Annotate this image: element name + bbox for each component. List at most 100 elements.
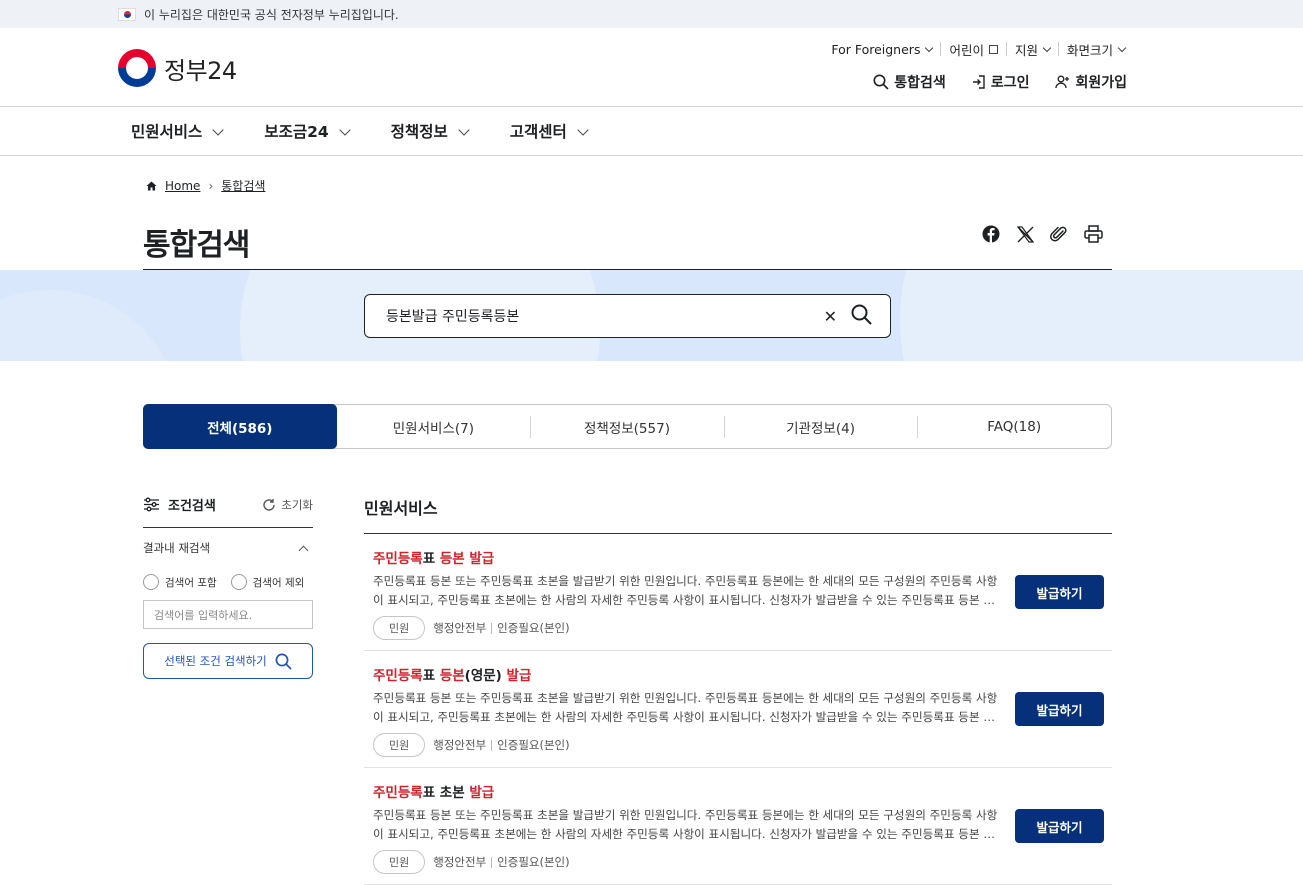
chevron-down-icon bbox=[1042, 43, 1052, 52]
title-text: 표 초본 bbox=[422, 785, 470, 801]
logo-text: 정부24 bbox=[164, 56, 237, 85]
external-link-icon bbox=[988, 44, 998, 54]
chevron-down-icon bbox=[458, 123, 470, 136]
filter-title-label: 조건검색 bbox=[168, 499, 216, 514]
chevron-up-icon bbox=[298, 545, 309, 555]
facebook-icon[interactable] bbox=[981, 224, 1001, 244]
for-foreigners-menu[interactable]: For Foreigners bbox=[823, 41, 942, 57]
apply-conditions-button[interactable]: 선택된 조건 검색하기 bbox=[143, 643, 313, 679]
title-text: 표 bbox=[422, 668, 440, 684]
search-input[interactable] bbox=[386, 308, 824, 324]
global-nav: 민원서비스 보조금24 정책정보 고객센터 bbox=[0, 107, 1303, 156]
korea-flag-icon bbox=[118, 7, 136, 21]
result-list: 주민등록표 등본 발급 주민등록표 등본 또는 주민등록표 초본을 발급받기 위한… bbox=[364, 534, 1112, 885]
screen-size-menu[interactable]: 화면크기 bbox=[1059, 42, 1133, 58]
link-copy-icon[interactable] bbox=[1049, 224, 1069, 244]
signup-button[interactable]: 회원가입 bbox=[1055, 72, 1127, 92]
highlighted-keyword: 주민등록 bbox=[373, 551, 423, 567]
signup-label: 회원가입 bbox=[1075, 75, 1127, 91]
breadcrumb-home[interactable]: Home bbox=[165, 179, 200, 193]
agency-name: 행정안전부 bbox=[433, 855, 487, 869]
breadcrumb-current[interactable]: 통합검색 bbox=[221, 177, 265, 194]
result-description: 주민등록표 등본 또는 주민등록표 초본을 발급받기 위한 민원입니다. 주민등… bbox=[373, 691, 998, 724]
kids-label: 어린이 bbox=[949, 42, 984, 58]
tab-agency-info[interactable]: 기관정보(4) bbox=[723, 405, 918, 448]
user-plus-icon bbox=[1055, 75, 1070, 89]
decorative-circle bbox=[0, 290, 180, 361]
refine-search-toggle[interactable]: 결과내 재검색 bbox=[143, 540, 313, 556]
include-keyword-label: 검색어 포함 bbox=[165, 576, 217, 589]
login-label: 로그인 bbox=[990, 75, 1030, 91]
search-icon[interactable] bbox=[851, 304, 872, 329]
result-meta: 민원 행정안전부 인증필요(본인) bbox=[373, 850, 1112, 874]
highlighted-keyword: 발급 bbox=[469, 785, 495, 801]
title-text: (영문) bbox=[464, 668, 507, 684]
highlighted-keyword: 주민등록 bbox=[373, 785, 423, 801]
result-description: 주민등록표 등본 또는 주민등록표 초본을 발급받기 위한 민원입니다. 주민등… bbox=[373, 574, 998, 607]
keyword-mode-group: 검색어 포함 검색어 제외 bbox=[143, 574, 313, 590]
login-icon bbox=[972, 75, 985, 89]
x-twitter-icon[interactable] bbox=[1015, 224, 1035, 244]
tab-all[interactable]: 전체(586) bbox=[143, 404, 337, 449]
chevron-down-icon bbox=[1117, 43, 1127, 52]
title-text: 표 bbox=[422, 551, 440, 567]
utility-menu: For Foreigners 어린이 지원 화면크기 bbox=[823, 41, 1133, 58]
exclude-keyword-radio[interactable]: 검색어 제외 bbox=[230, 574, 305, 590]
login-button[interactable]: 로그인 bbox=[972, 72, 1030, 92]
tab-policy-info[interactable]: 정책정보(557) bbox=[530, 405, 724, 448]
site-header: 정부24 For Foreigners 어린이 지원 화면크기 통합검색 로그인 bbox=[0, 28, 1303, 107]
gnb-item-policy-info[interactable]: 정책정보 bbox=[390, 120, 470, 142]
screen-size-label: 화면크기 bbox=[1066, 42, 1113, 58]
include-keyword-radio[interactable]: 검색어 포함 bbox=[143, 574, 217, 590]
highlighted-keyword: 주민등록 bbox=[373, 668, 423, 684]
gnb-label: 고객센터 bbox=[509, 123, 567, 141]
gnb-item-subsidy24[interactable]: 보조금24 bbox=[264, 120, 351, 142]
issue-button[interactable]: 발급하기 bbox=[1015, 809, 1104, 843]
search-band: ✕ bbox=[0, 270, 1303, 361]
result-meta: 민원 행정안전부 인증필요(본인) bbox=[373, 616, 1112, 640]
for-foreigners-label: For Foreigners bbox=[831, 41, 921, 57]
refine-search-label: 결과내 재검색 bbox=[143, 541, 211, 555]
result-item: 주민등록표 등본(영문) 발급주민등록표 등본 또는 주민등록표 초본을 발급받… bbox=[364, 651, 1112, 768]
highlighted-keyword: 발급 bbox=[469, 551, 495, 567]
refresh-icon bbox=[263, 498, 275, 511]
chevron-down-icon bbox=[212, 123, 224, 136]
results-heading: 민원서비스 bbox=[364, 495, 1112, 534]
highlighted-keyword: 발급 bbox=[506, 668, 532, 684]
result-title-link[interactable]: 주민등록표 초본 발급 bbox=[373, 781, 1112, 801]
result-title-link[interactable]: 주민등록표 등본(영문) 발급 bbox=[373, 664, 1112, 684]
breadcrumb-separator: › bbox=[208, 178, 214, 193]
tab-faq[interactable]: FAQ(18) bbox=[917, 405, 1111, 448]
gnb-label: 정책정보 bbox=[390, 123, 448, 141]
agency-name: 행정안전부 bbox=[433, 621, 487, 635]
result-title-link[interactable]: 주민등록표 등본 발급 bbox=[373, 547, 1112, 567]
reset-button[interactable]: 초기화 bbox=[262, 497, 313, 513]
support-menu[interactable]: 지원 bbox=[1007, 42, 1059, 58]
gnb-item-customer-center[interactable]: 고객센터 bbox=[509, 120, 589, 142]
site-logo[interactable]: 정부24 bbox=[118, 49, 237, 87]
issue-button[interactable]: 발급하기 bbox=[1015, 692, 1104, 726]
meta-separator bbox=[491, 739, 493, 751]
apply-conditions-label: 선택된 조건 검색하기 bbox=[164, 654, 267, 668]
filter-header: 조건검색 초기화 bbox=[143, 495, 313, 528]
search-box: ✕ bbox=[364, 294, 891, 338]
refine-keyword-input[interactable]: 검색어를 입력하세요. bbox=[143, 600, 313, 629]
meta-separator bbox=[491, 856, 493, 868]
exclude-keyword-label: 검색어 제외 bbox=[252, 576, 305, 589]
issue-button[interactable]: 발급하기 bbox=[1015, 575, 1104, 609]
print-icon[interactable] bbox=[1083, 224, 1103, 244]
share-tools bbox=[981, 224, 1103, 244]
tab-civil-services[interactable]: 민원서비스(7) bbox=[337, 405, 531, 448]
gov-banner-text: 이 누리집은 대한민국 공식 전자정부 누리집입니다. bbox=[144, 7, 399, 22]
auth-requirement: 인증필요(본인) bbox=[497, 855, 570, 869]
clear-icon[interactable]: ✕ bbox=[824, 307, 837, 326]
decorative-circle bbox=[900, 270, 1303, 361]
filter-title: 조건검색 bbox=[143, 495, 216, 514]
support-label: 지원 bbox=[1014, 42, 1038, 58]
integrated-search-button[interactable]: 통합검색 bbox=[873, 72, 946, 92]
search-icon bbox=[873, 74, 889, 90]
kids-link[interactable]: 어린이 bbox=[941, 42, 1007, 58]
integrated-search-label: 통합검색 bbox=[894, 75, 946, 91]
gnb-item-civil-services[interactable]: 민원서비스 bbox=[131, 120, 224, 142]
highlighted-keyword: 등본 bbox=[439, 551, 465, 567]
